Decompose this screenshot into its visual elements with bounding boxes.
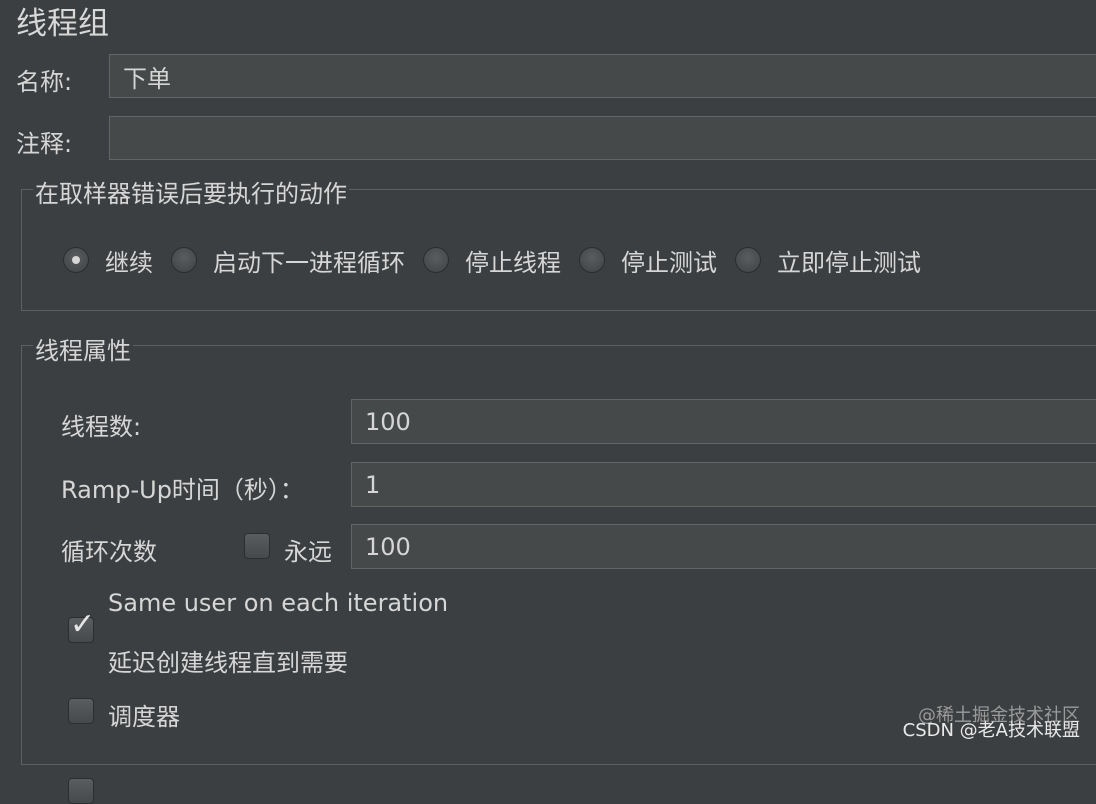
threads-field[interactable]: 100 [351, 399, 1096, 444]
loop-count-label: 循环次数 [61, 538, 157, 566]
same-user-label: Same user on each iteration [108, 589, 449, 617]
delay-create-checkbox[interactable] [68, 698, 94, 724]
scheduler-label: 调度器 [108, 703, 180, 731]
error-action-options: 继续 启动下一进程循环 停止线程 停止测试 立即停止测试 [63, 243, 939, 277]
rampup-field[interactable]: 1 [351, 462, 1096, 507]
error-action-legend: 在取样器错误后要执行的动作 [33, 174, 349, 209]
radio-stop-test[interactable] [579, 247, 605, 273]
radio-selected-dot [72, 256, 80, 264]
thread-props-legend: 线程属性 [33, 331, 133, 366]
radio-start-next-loop[interactable] [171, 247, 197, 273]
checkmark-icon: ✓ [70, 607, 96, 642]
radio-stop-test-now[interactable] [735, 247, 761, 273]
comment-label: 注释: [16, 130, 73, 158]
radio-label-stop-thread: 停止线程 [465, 248, 561, 277]
scheduler-checkbox[interactable] [68, 778, 94, 804]
radio-label-start-next-loop: 启动下一进程循环 [213, 248, 405, 277]
name-field[interactable]: 下单 [109, 54, 1096, 98]
forever-checkbox[interactable] [244, 533, 270, 559]
loop-count-field[interactable]: 100 [351, 524, 1096, 569]
rampup-label: Ramp-Up时间（秒）： [61, 476, 304, 504]
radio-label-continue: 继续 [105, 248, 153, 277]
same-user-checkbox[interactable]: ✓ [68, 610, 95, 643]
name-label: 名称: [16, 68, 73, 96]
threads-label: 线程数: [61, 413, 142, 441]
watermark-csdn: CSDN @老A技术联盟 [902, 720, 1080, 741]
radio-continue[interactable] [63, 247, 89, 273]
comment-field[interactable] [109, 116, 1096, 160]
radio-stop-thread[interactable] [423, 247, 449, 273]
radio-label-stop-test-now: 立即停止测试 [777, 248, 921, 277]
radio-label-stop-test: 停止测试 [621, 248, 717, 277]
delay-create-label: 延迟创建线程直到需要 [108, 649, 348, 677]
forever-label: 永远 [284, 538, 332, 566]
page-title: 线程组 [16, 6, 109, 42]
